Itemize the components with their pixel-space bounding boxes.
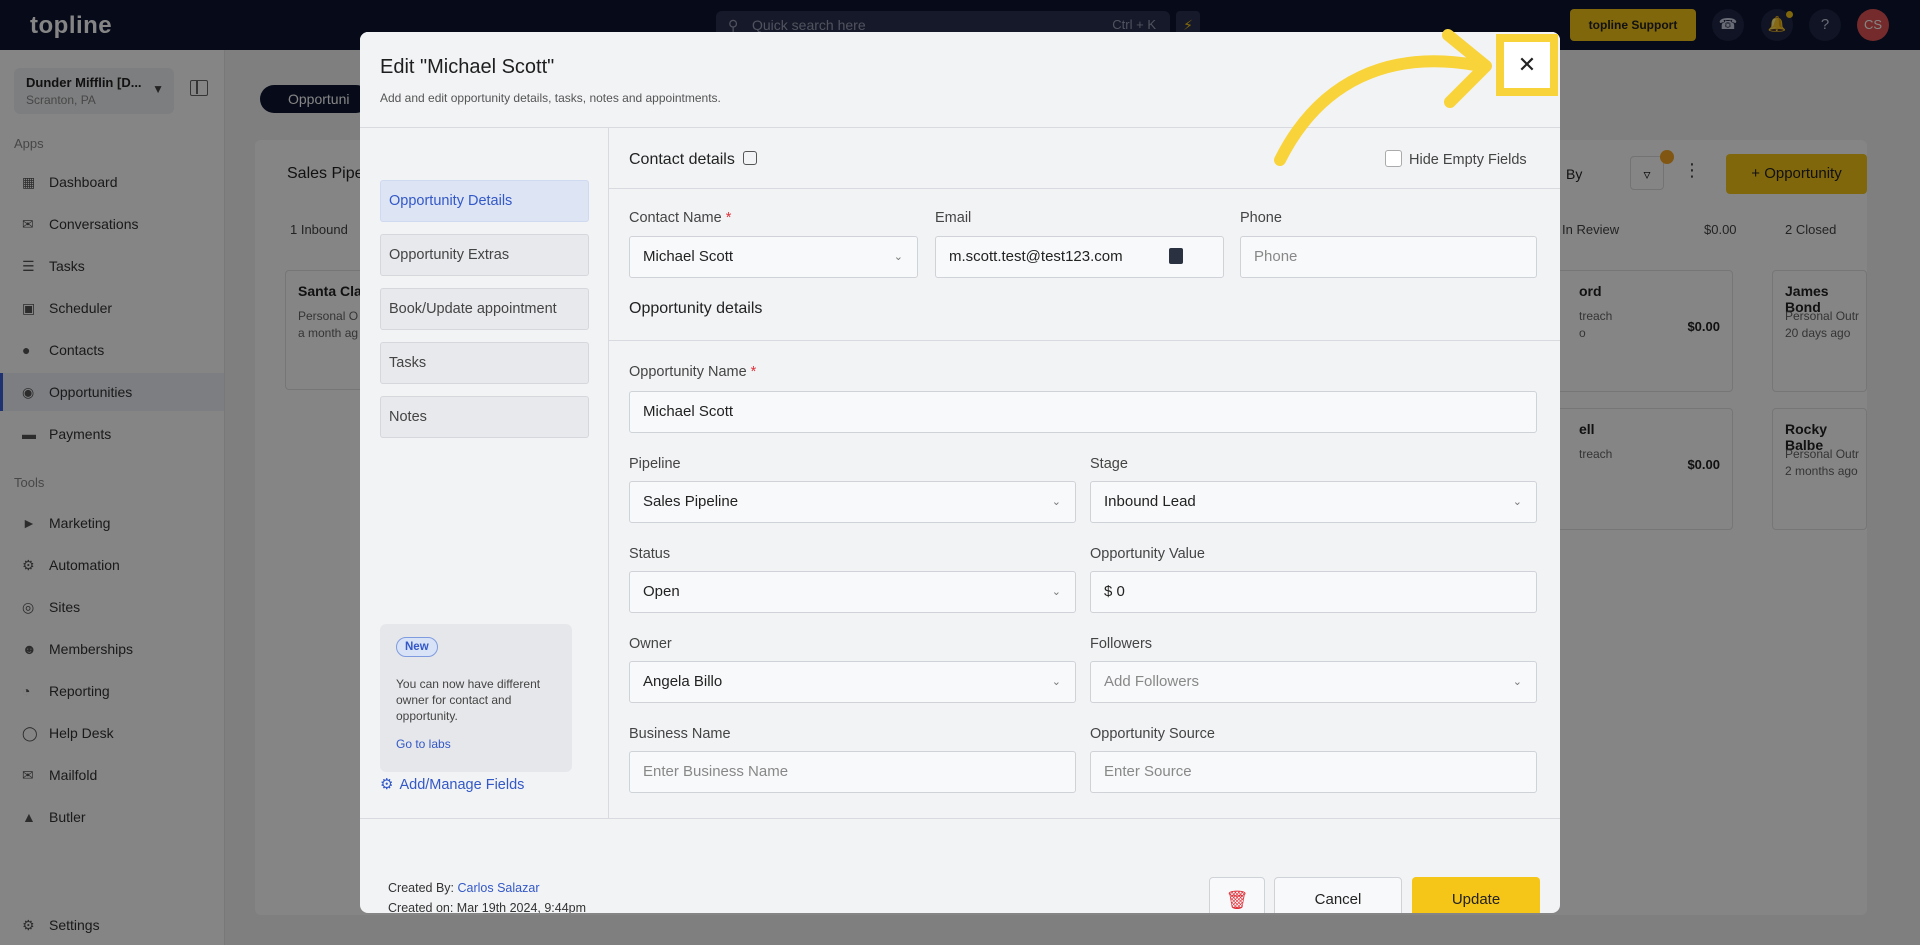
opportunity-source-input[interactable]: Enter Source <box>1090 751 1537 793</box>
tab-notes[interactable]: Notes <box>380 396 589 438</box>
go-to-labs-link[interactable]: Go to labs <box>396 737 451 751</box>
add-manage-fields-link[interactable]: ⚙ Add/Manage Fields <box>380 775 524 793</box>
opportunity-details-form: Contact details Hide Empty Fields Contac… <box>609 128 1560 818</box>
manage-fields-label: Add/Manage Fields <box>399 777 525 793</box>
chevron-down-icon: ⌄ <box>1512 496 1522 508</box>
pipeline-select[interactable]: Sales Pipeline ⌄ <box>629 481 1076 523</box>
status-value: Open <box>643 583 680 600</box>
opportunity-value-label: Opportunity Value <box>1090 546 1205 562</box>
owner-value: Angela Billo <box>643 673 723 690</box>
trash-icon: 🗑 <box>1225 890 1249 910</box>
owner-label: Owner <box>629 636 672 652</box>
stage-label: Stage <box>1090 456 1128 472</box>
pipeline-label: Pipeline <box>629 456 681 472</box>
modal-footer: Created By: Carlos Salazar Created on: M… <box>360 818 1560 913</box>
status-select[interactable]: Open ⌄ <box>629 571 1076 613</box>
email-label: Email <box>935 210 972 226</box>
opportunity-name-input[interactable]: Michael Scott <box>629 391 1537 433</box>
tab-opportunity-details[interactable]: Opportunity Details <box>380 180 589 222</box>
update-button[interactable]: Update <box>1412 877 1540 913</box>
opportunity-source-label: Opportunity Source <box>1090 726 1215 742</box>
followers-placeholder: Add Followers <box>1104 673 1200 690</box>
chevron-down-icon: ⌄ <box>893 251 903 263</box>
status-label: Status <box>629 546 671 562</box>
phone-label: Phone <box>1240 210 1282 226</box>
business-name-label: Business Name <box>629 726 731 742</box>
owner-select[interactable]: Angela Billo ⌄ <box>629 661 1076 703</box>
tab-book-appointment[interactable]: Book/Update appointment <box>380 288 589 330</box>
new-badge: New <box>396 637 438 657</box>
pipeline-value: Sales Pipeline <box>643 493 739 510</box>
phone-field[interactable]: Phone <box>1240 236 1537 278</box>
promo-text: You can now have different owner for con… <box>396 677 541 723</box>
chevron-down-icon: ⌄ <box>1051 496 1061 508</box>
opportunity-name-label-text: Opportunity Name <box>629 364 747 380</box>
chevron-down-icon: ⌄ <box>1512 676 1522 688</box>
created-on: Created on: Mar 19th 2024, 9:44pm <box>388 901 587 913</box>
contact-details-heading: Contact details <box>629 151 757 169</box>
section-divider <box>609 188 1560 189</box>
modal-side-nav: Opportunity Details Opportunity Extras B… <box>360 128 609 818</box>
contact-name-label-text: Contact Name <box>629 210 722 226</box>
tab-opportunity-extras[interactable]: Opportunity Extras <box>380 234 589 276</box>
delete-button[interactable]: 🗑 <box>1209 877 1265 913</box>
contact-details-label: Contact details <box>629 151 735 168</box>
followers-select[interactable]: Add Followers ⌄ <box>1090 661 1537 703</box>
chevron-down-icon: ⌄ <box>1051 676 1061 688</box>
email-value: m.scott.test@test123.com <box>949 248 1123 265</box>
cancel-button[interactable]: Cancel <box>1274 877 1402 913</box>
section-divider <box>609 340 1560 341</box>
chevron-down-icon: ⌄ <box>1051 586 1061 598</box>
contact-name-value: Michael Scott <box>643 248 734 265</box>
email-field[interactable]: m.scott.test@test123.com <box>935 236 1224 278</box>
followers-label: Followers <box>1090 636 1153 652</box>
contact-name-label: Contact Name * <box>629 210 731 226</box>
gear-icon: ⚙ <box>380 776 394 793</box>
required-marker: * <box>750 364 757 380</box>
stage-select[interactable]: Inbound Lead ⌄ <box>1090 481 1537 523</box>
created-by-user-link[interactable]: Carlos Salazar <box>458 881 540 895</box>
labs-promo-card: New You can now have different owner for… <box>380 624 572 772</box>
contact-card-icon <box>742 151 757 165</box>
created-by: Created By: Carlos Salazar <box>388 881 539 895</box>
stage-value: Inbound Lead <box>1104 493 1196 510</box>
modal-subtitle: Add and edit opportunity details, tasks,… <box>380 91 721 105</box>
contact-name-select[interactable]: Michael Scott ⌄ <box>629 236 918 278</box>
opportunity-name-label: Opportunity Name * <box>629 364 756 380</box>
email-verify-icon[interactable] <box>1169 248 1183 264</box>
opportunity-value-input[interactable]: $ 0 <box>1090 571 1537 613</box>
created-by-label: Created By: <box>388 881 455 895</box>
opportunity-details-heading: Opportunity details <box>629 300 763 317</box>
close-icon[interactable]: ✕ <box>1504 42 1550 88</box>
required-marker: * <box>725 210 732 226</box>
tutorial-arrow <box>1274 29 1492 166</box>
business-name-input[interactable]: Enter Business Name <box>629 751 1076 793</box>
modal-title: Edit "Michael Scott" <box>380 56 555 78</box>
tab-tasks[interactable]: Tasks <box>380 342 589 384</box>
